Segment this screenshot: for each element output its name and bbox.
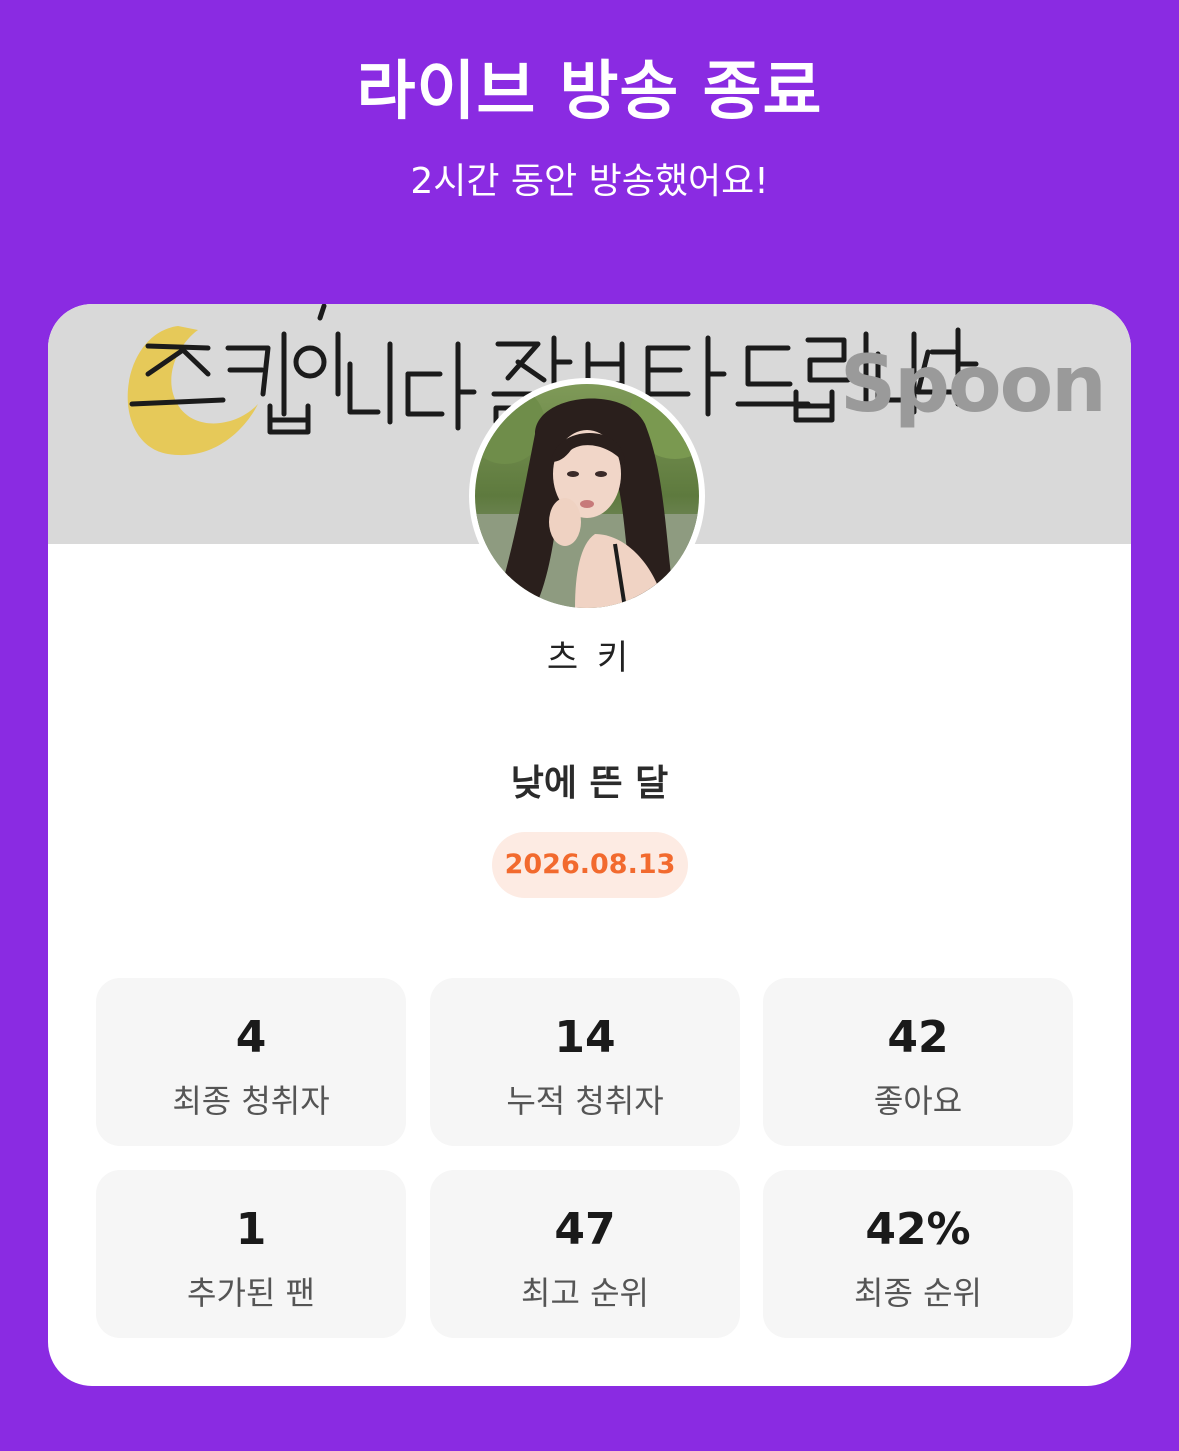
stat-label: 추가된 팬	[187, 1274, 315, 1312]
page-title: 라이브 방송 종료	[356, 55, 823, 129]
stat-label: 최고 순위	[521, 1274, 649, 1312]
stat-final-listeners: 4 최종 청취자	[96, 978, 406, 1146]
stat-total-listeners: 14 누적 청취자	[430, 978, 740, 1146]
live-summary-card: Spoon 츠 키 낮에 뜬 달 2026.08.13 4 최종 청취자 14 …	[48, 304, 1131, 1386]
stat-top-rank: 47 최고 순위	[430, 1170, 740, 1338]
brand-logo: Spoon	[840, 340, 1107, 430]
stat-final-rank: 42% 최종 순위	[763, 1170, 1073, 1338]
stat-value: 47	[554, 1204, 616, 1255]
stat-value: 14	[554, 1012, 616, 1063]
host-name[interactable]: 츠 키	[48, 630, 1131, 679]
stat-likes: 42 좋아요	[763, 978, 1073, 1146]
stat-label: 최종 순위	[854, 1274, 982, 1312]
live-title: 낮에 뜬 달	[510, 763, 669, 804]
broadcast-duration: 2시간 동안 방송했어요!	[410, 161, 769, 202]
stat-value: 1	[235, 1204, 267, 1255]
stat-label: 누적 청취자	[506, 1082, 664, 1120]
stat-label: 최종 청취자	[172, 1082, 330, 1120]
stat-value: 4	[235, 1012, 267, 1063]
avatar[interactable]	[469, 378, 705, 614]
stat-value: 42	[887, 1012, 949, 1063]
profile-photo	[475, 384, 699, 608]
stat-value: 42%	[865, 1204, 971, 1255]
stat-label: 좋아요	[873, 1082, 963, 1120]
stat-new-fans: 1 추가된 팬	[96, 1170, 406, 1338]
date-badge: 2026.08.13	[492, 832, 688, 898]
